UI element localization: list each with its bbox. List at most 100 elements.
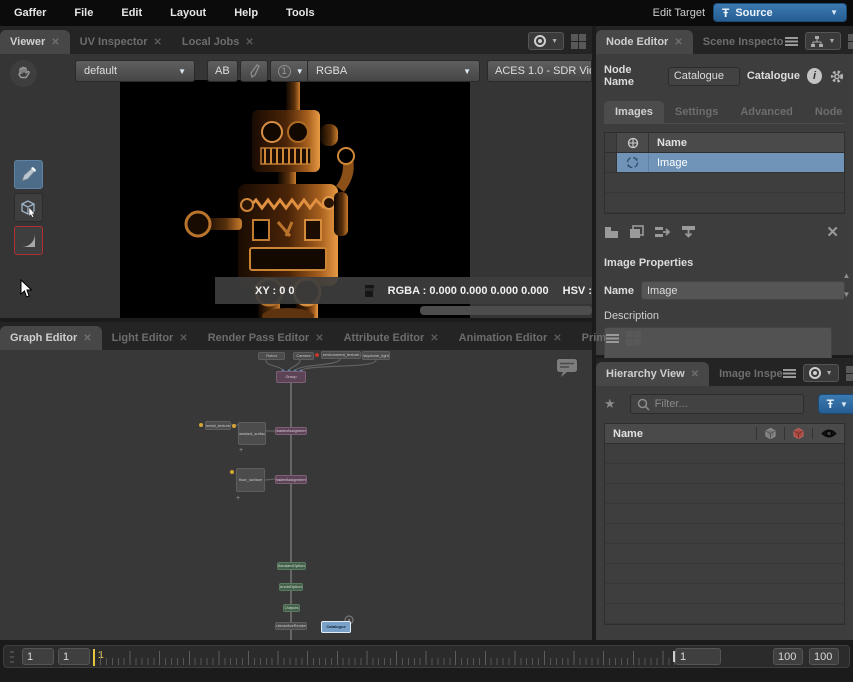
close-icon[interactable]: ✕ — [430, 333, 438, 344]
tab-node-editor[interactable]: Node Editor✕ — [596, 30, 693, 54]
frame-range-start-input[interactable] — [58, 648, 90, 665]
compare-ab-button[interactable]: AB — [207, 60, 238, 82]
close-icon[interactable]: ✕ — [154, 37, 162, 48]
graph-node[interactable]: environment_texture — [321, 351, 361, 359]
drag-handle[interactable] — [10, 651, 14, 663]
menu-layout[interactable]: Layout — [170, 7, 206, 19]
tab-render-pass-editor[interactable]: Render Pass Editor✕ — [198, 326, 334, 350]
hierarchy-mode-dropdown[interactable]: ▼ — [803, 364, 839, 382]
extract-icon[interactable] — [681, 225, 696, 240]
filter-input-wrap[interactable] — [630, 394, 804, 414]
menu-gaffer[interactable]: Gaffer — [14, 7, 46, 19]
edit-target-dropdown[interactable]: Ŧ Source ▼ — [713, 3, 847, 22]
focus-dropdown[interactable]: ▼ — [528, 32, 564, 50]
tab-viewer[interactable]: Viewer✕ — [0, 30, 70, 54]
pan-tool-button[interactable] — [10, 60, 37, 87]
hamburger-menu-icon[interactable] — [606, 334, 619, 343]
export-icon[interactable] — [654, 225, 671, 239]
bookmark-star-icon[interactable]: ★ — [604, 396, 616, 412]
new-image-icon[interactable] — [604, 226, 619, 239]
annotation-bubble-icon[interactable] — [556, 358, 578, 378]
subtab-settings[interactable]: Settings — [664, 101, 729, 123]
subtab-advanced[interactable]: Advanced — [729, 101, 804, 123]
close-icon[interactable]: ✕ — [674, 37, 682, 48]
selection-tool[interactable] — [14, 193, 43, 222]
graph-node[interactable]: Catalogue — [321, 621, 351, 633]
tab-attribute-editor[interactable]: Attribute Editor✕ — [334, 326, 449, 350]
graph-node[interactable]: Camera — [293, 352, 314, 360]
channel-dropdown[interactable]: RGBA ▼ — [307, 60, 480, 82]
viewer-viewport[interactable]: default ▼ AB 1 ▼ RGBA ▼ ACES 1.0 - SDR V… — [0, 54, 592, 318]
scroll-down-icon[interactable]: ▼ — [843, 290, 851, 299]
close-icon[interactable]: ✕ — [315, 333, 323, 344]
scroll-up-icon[interactable]: ▲ — [843, 271, 851, 280]
wipe-tool-button[interactable] — [240, 60, 268, 82]
frame-range-end-input[interactable] — [773, 648, 803, 665]
node-editor-scrollbar[interactable]: ▲ ▼ — [840, 268, 853, 302]
image-name-input[interactable] — [641, 281, 845, 300]
viewer-horizontal-scrollbar[interactable] — [420, 306, 592, 315]
frame-ruler[interactable] — [100, 650, 692, 665]
tab-uv-inspector[interactable]: UV Inspector✕ — [70, 30, 172, 54]
info-icon[interactable]: i — [807, 68, 822, 84]
playback-start-input[interactable] — [22, 648, 54, 665]
tab-animation-editor[interactable]: Animation Editor✕ — [449, 326, 572, 350]
tab-light-editor[interactable]: Light Editor✕ — [102, 326, 198, 350]
tab-hierarchy-view[interactable]: Hierarchy View✕ — [596, 362, 709, 386]
crop-window-tool[interactable] — [14, 226, 43, 255]
image-row[interactable]: Image — [605, 153, 844, 173]
tab-scene-inspector[interactable]: Scene Inspecto — [693, 30, 786, 54]
node-editor-mode-dropdown[interactable]: ▼ — [805, 32, 841, 50]
visibility-eye-icon[interactable] — [821, 428, 837, 439]
close-icon[interactable]: ✕ — [245, 37, 253, 48]
subtab-node[interactable]: Node — [804, 101, 853, 123]
display-transform-button[interactable]: ACES 1.0 - SDR Video — [487, 60, 592, 82]
graph-canvas[interactable]: ++ RobotCameraenvironment_textureskydome… — [0, 350, 592, 640]
close-icon[interactable]: ✕ — [179, 333, 187, 344]
tab-graph-editor[interactable]: Graph Editor✕ — [0, 326, 102, 350]
playback-end-input[interactable] — [809, 648, 839, 665]
current-frame-input[interactable] — [675, 648, 721, 665]
tab-primitive-inspector[interactable]: Prim — [572, 326, 606, 350]
graph-node[interactable]: Group — [276, 371, 306, 383]
tab-local-jobs[interactable]: Local Jobs✕ — [172, 30, 264, 54]
subtab-images[interactable]: Images — [604, 101, 664, 123]
graph-node[interactable]: StandardOptions — [277, 562, 306, 570]
menu-tools[interactable]: Tools — [286, 7, 315, 19]
remove-image-icon[interactable]: ✕ — [826, 223, 839, 241]
menu-file[interactable]: File — [74, 7, 93, 19]
close-icon[interactable]: ✕ — [51, 37, 59, 48]
close-icon[interactable]: ✕ — [553, 333, 561, 344]
graph-node[interactable]: floor_surface — [236, 468, 265, 492]
graph-node[interactable]: metal_texture — [205, 421, 231, 430]
gear-icon[interactable] — [829, 68, 845, 85]
inclusions-cube-icon[interactable] — [764, 427, 777, 440]
layout-grid-icon[interactable] — [571, 34, 586, 49]
graph-node[interactable]: ArnoldOptions — [279, 583, 303, 591]
tab-image-inspector[interactable]: Image Inspe — [709, 362, 783, 386]
layout-grid-icon[interactable] — [848, 34, 853, 49]
duplicate-icon[interactable] — [629, 225, 644, 239]
layout-grid-icon[interactable] — [846, 366, 853, 381]
close-icon[interactable]: ✕ — [83, 333, 91, 344]
graph-node[interactable]: Robot — [258, 352, 285, 360]
hamburger-menu-icon[interactable] — [783, 369, 796, 378]
hamburger-menu-icon[interactable] — [785, 37, 798, 46]
edit-scope-dropdown[interactable]: Ŧ ▼ — [818, 394, 853, 414]
menu-help[interactable]: Help — [234, 7, 258, 19]
close-icon[interactable]: ✕ — [691, 369, 699, 380]
node-name-input[interactable] — [668, 67, 740, 86]
filter-input[interactable] — [655, 398, 797, 410]
graph-node[interactable]: InteractiveRender — [275, 622, 307, 630]
camera-dropdown[interactable]: default ▼ — [75, 60, 195, 82]
playhead[interactable] — [93, 649, 95, 666]
exclusions-cube-icon[interactable] — [792, 427, 805, 440]
graph-node[interactable]: Outputs — [283, 604, 300, 612]
graph-node[interactable]: ShaderAssignment — [275, 427, 307, 435]
solo-channel-dropdown[interactable]: 1 ▼ — [270, 60, 312, 82]
graph-node[interactable]: ShaderAssignment1 — [275, 475, 307, 484]
layout-grid-icon[interactable] — [626, 331, 641, 346]
menu-edit[interactable]: Edit — [121, 7, 142, 19]
color-picker-tool[interactable] — [14, 160, 43, 189]
graph-node[interactable]: skydome_light — [362, 351, 390, 360]
